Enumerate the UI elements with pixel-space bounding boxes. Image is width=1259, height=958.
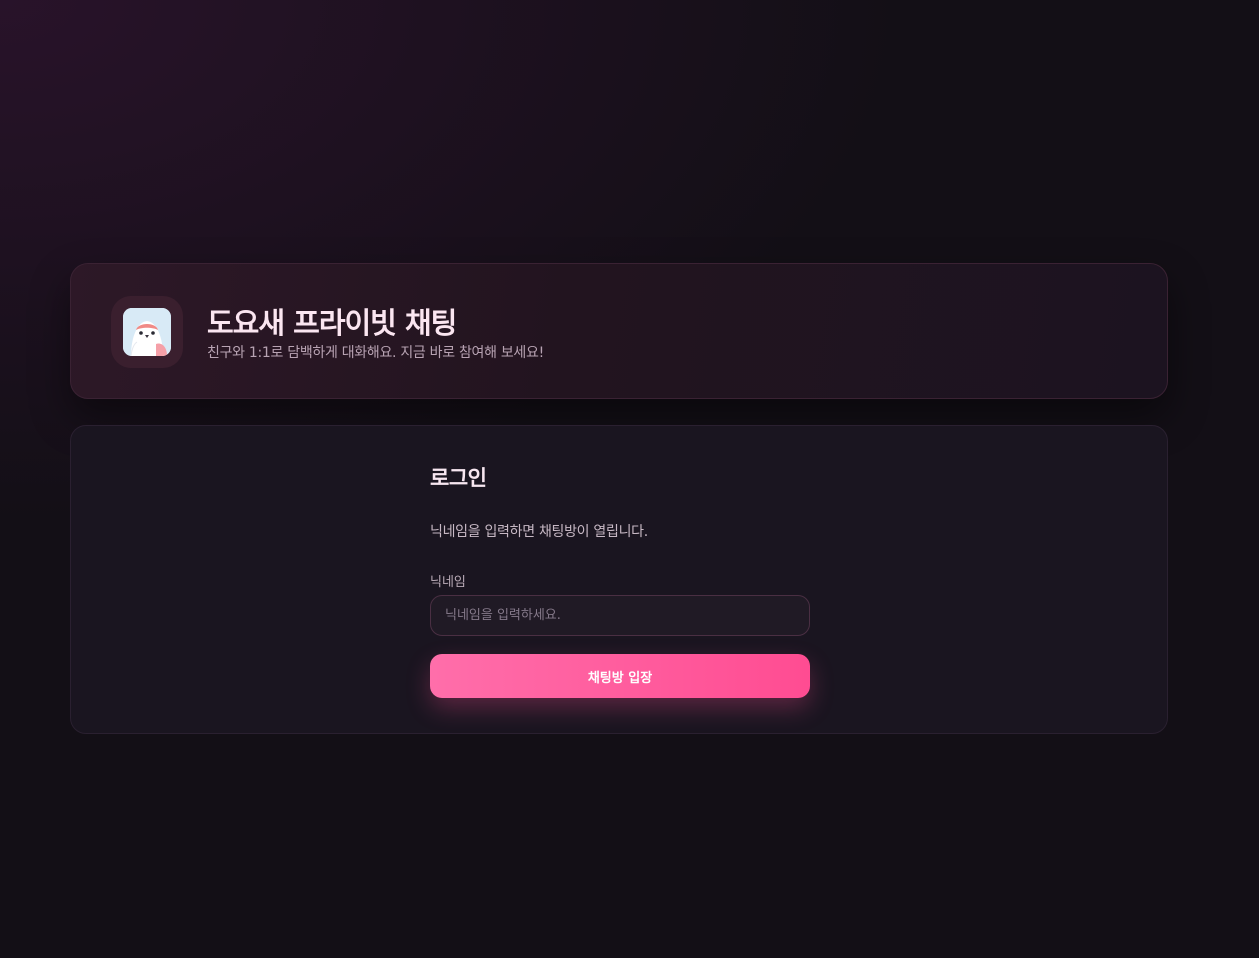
app-logo	[111, 296, 183, 368]
login-title: 로그인	[430, 466, 487, 490]
app-subtitle: 친구와 1:1로 담백하게 대화해요. 지금 바로 참여해 보세요!	[207, 345, 544, 361]
enter-chatroom-button[interactable]: 채팅방 입장	[430, 654, 810, 698]
login-description: 닉네임을 입력하면 채팅방이 열립니다.	[430, 524, 648, 540]
nickname-input[interactable]	[430, 595, 810, 636]
nickname-label: 닉네임	[430, 575, 466, 590]
login-card: 로그인 닉네임을 입력하면 채팅방이 열립니다. 닉네임 채팅방 입장	[70, 425, 1168, 734]
app-title: 도요새 프라이빗 채팅	[207, 306, 457, 340]
bird-logo-icon	[123, 308, 171, 356]
app-header-card: 도요새 프라이빗 채팅 친구와 1:1로 담백하게 대화해요. 지금 바로 참여…	[70, 263, 1168, 399]
